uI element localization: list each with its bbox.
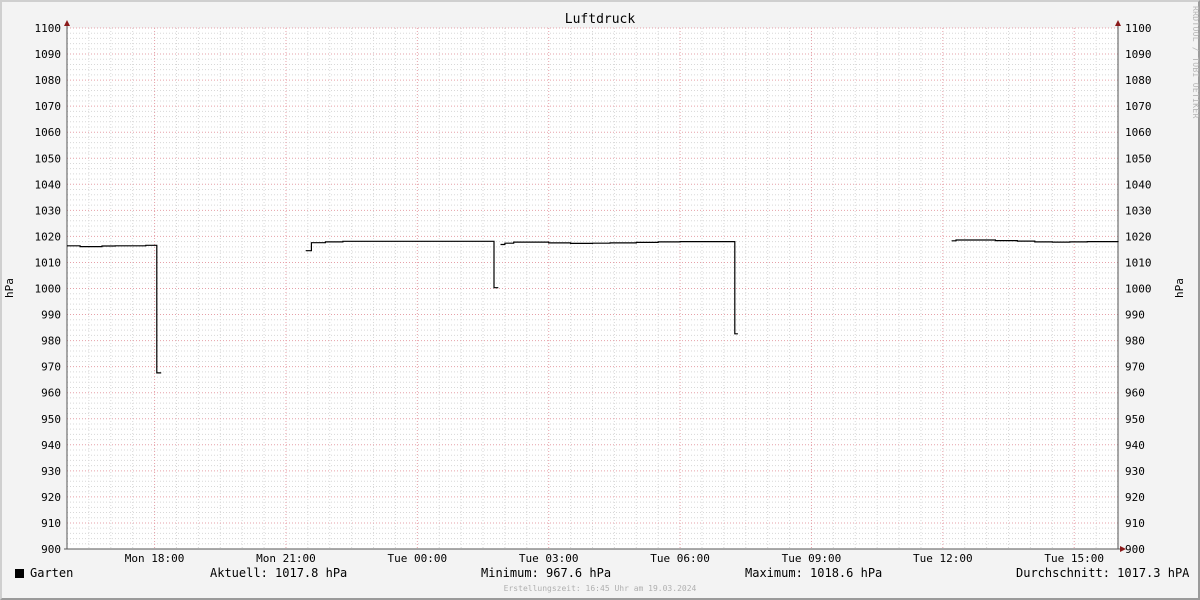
minimum-value: Minimum: 967.6 hPa <box>481 566 612 580</box>
y-tick-label-right: 1090 <box>1125 48 1152 61</box>
y-tick-label-right: 940 <box>1125 439 1145 452</box>
y-tick-label-right: 910 <box>1125 517 1145 530</box>
x-tick-label: Mon 18:00 <box>125 552 185 565</box>
y-tick-label-right: 980 <box>1125 335 1145 348</box>
y-tick-label-right: 1050 <box>1125 152 1152 165</box>
x-tick-label: Tue 00:00 <box>388 552 448 565</box>
x-tick-label: Mon 21:00 <box>256 552 316 565</box>
y-tick-label-left: 990 <box>41 309 61 322</box>
y-tick-label-left: 910 <box>41 517 61 530</box>
y-tick-label-left: 940 <box>41 439 61 452</box>
y-tick-label-right: 1080 <box>1125 74 1152 87</box>
y-tick-label-right: 950 <box>1125 413 1145 426</box>
legend-row: Garten Aktuell: 1017.8 hPa Minimum: 967.… <box>0 566 1200 584</box>
y-tick-label-left: 1100 <box>35 22 62 35</box>
y-tick-label-left: 960 <box>41 387 61 400</box>
y-tick-label-left: 1000 <box>35 283 62 296</box>
x-tick-label: Tue 12:00 <box>913 552 973 565</box>
y-tick-label-left: 970 <box>41 361 61 374</box>
average-value: Durchschnitt: 1017.3 hPA <box>1016 566 1190 580</box>
y-tick-label-right: 1100 <box>1125 22 1152 35</box>
y-tick-label-left: 1060 <box>35 126 62 139</box>
maximum-value: Maximum: 1018.6 hPa <box>745 566 883 580</box>
x-tick-label: Tue 03:00 <box>519 552 579 565</box>
y-tick-label-right: 960 <box>1125 387 1145 400</box>
y-tick-label-left: 900 <box>41 543 61 556</box>
rrdtool-watermark: RRDTOOL / TOBI OETIKER <box>1191 6 1200 119</box>
y-tick-label-left: 1030 <box>35 204 62 217</box>
creation-time: Erstellungszeit: 16:45 Uhr am 19.03.2024 <box>503 584 697 593</box>
y-tick-label-left: 1090 <box>35 48 62 61</box>
y-tick-label-right: 1070 <box>1125 100 1152 113</box>
y-tick-label-right: 1020 <box>1125 230 1152 243</box>
y-tick-label-left: 930 <box>41 465 61 478</box>
y-tick-label-left: 1020 <box>35 230 62 243</box>
x-tick-labels: Mon 18:00 Mon 21:00 Tue 00:00 Tue 03:00 Tue … <box>125 552 1104 565</box>
x-tick-label: Tue 09:00 <box>782 552 842 565</box>
y-tick-label-right: 1030 <box>1125 204 1152 217</box>
y-axis-arrow-right <box>1115 20 1121 26</box>
y-axis-label-left: hPa <box>3 278 16 298</box>
y-tick-label-left: 920 <box>41 491 61 504</box>
y-tick-label-right: 900 <box>1125 543 1145 556</box>
y-tick-label-right: 990 <box>1125 309 1145 322</box>
y-tick-label-left: 1070 <box>35 100 62 113</box>
pressure-chart: 900 910 920 930 940 950 960 970 980 990 1000 1010 10… <box>3 12 1186 565</box>
y-tick-label-left: 1080 <box>35 74 62 87</box>
current-value: Aktuell: 1017.8 hPa <box>210 566 348 580</box>
y-tick-label-left: 980 <box>41 335 61 348</box>
x-tick-label: Tue 06:00 <box>650 552 710 565</box>
legend-label: Garten <box>30 566 74 580</box>
y-axis-arrow-left <box>64 20 70 26</box>
y-tick-label-right: 1040 <box>1125 178 1152 191</box>
y-tick-labels-left: 900 910 920 930 940 950 960 970 980 990 1000 1010 10… <box>35 22 62 556</box>
y-tick-label-right: 1010 <box>1125 256 1152 269</box>
y-tick-label-right: 1060 <box>1125 126 1152 139</box>
y-tick-label-left: 1050 <box>35 152 62 165</box>
legend-swatch <box>15 569 24 578</box>
chart-title: Luftdruck <box>565 12 636 27</box>
legend-entry: Garten <box>15 566 73 580</box>
x-tick-label: Tue 15:00 <box>1044 552 1104 565</box>
y-axis-label-right: hPa <box>1173 278 1186 298</box>
y-tick-label-left: 1010 <box>35 256 62 269</box>
y-tick-labels-right: 900 910 920 930 940 950 960 970 980 990 1000 1010 10… <box>1125 22 1152 556</box>
y-tick-label-right: 920 <box>1125 491 1145 504</box>
y-tick-label-right: 1000 <box>1125 283 1152 296</box>
y-tick-label-right: 930 <box>1125 465 1145 478</box>
y-tick-label-right: 970 <box>1125 361 1145 374</box>
y-tick-label-left: 950 <box>41 413 61 426</box>
y-tick-label-left: 1040 <box>35 178 62 191</box>
